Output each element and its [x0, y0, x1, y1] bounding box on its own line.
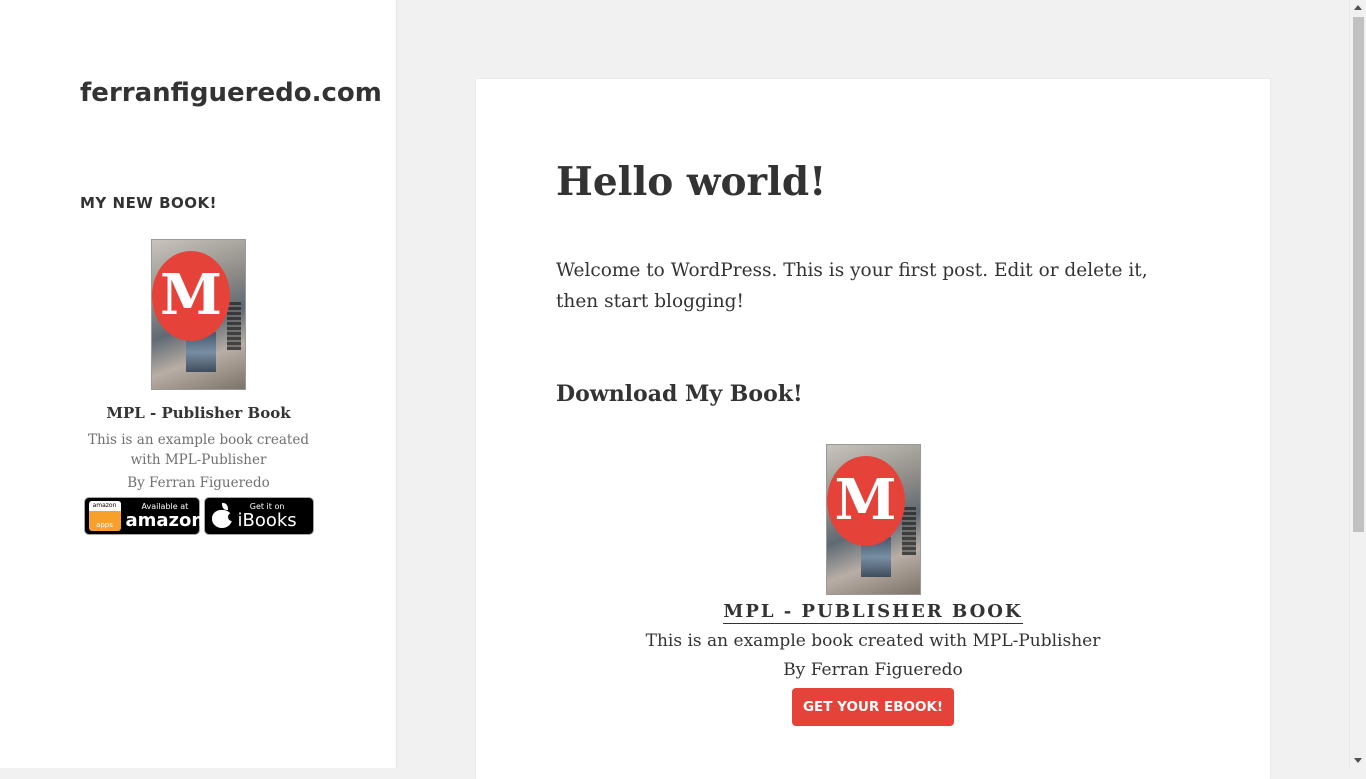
get-ebook-button[interactable]: GET YOUR EBOOK! — [791, 688, 955, 726]
amazon-apps-icon: amazon apps — [88, 501, 121, 531]
cover-logo-m: M — [152, 251, 230, 341]
amazon-apps-icon-top: amazon — [88, 501, 121, 511]
post-book-block: M MPL - PUBLISHER BOOK This is an exampl… — [556, 444, 1190, 726]
apple-icon — [211, 503, 236, 529]
sidebar-book-title: MPL - Publisher Book — [106, 404, 291, 422]
sidebar-book-author: By Ferran Figueredo — [127, 475, 270, 491]
post-book-author: By Ferran Figueredo — [783, 660, 963, 680]
amazon-apps-icon-bottom: apps — [96, 521, 113, 529]
ibooks-badge[interactable]: Get it on iBooks — [203, 497, 314, 535]
ibooks-badge-text: Get it on iBooks — [237, 502, 297, 531]
post-book-description: This is an example book created with MPL… — [645, 631, 1101, 651]
book-cover-image[interactable]: M — [825, 444, 921, 595]
sidebar: ferranfigueredo.com MY NEW BOOK! M MPL -… — [0, 0, 397, 768]
scroll-down-arrow-icon[interactable] — [1354, 758, 1362, 763]
ibooks-badge-big-text: iBooks — [237, 509, 297, 531]
scroll-thumb[interactable] — [1353, 17, 1364, 532]
cover-photo-detail — [227, 302, 241, 350]
site-title-link[interactable]: ferranfigueredo.com — [80, 78, 382, 108]
sidebar-book-description: This is an example book created with MPL… — [88, 432, 309, 468]
download-heading: Download My Book! — [556, 381, 803, 407]
cover-photo-detail — [901, 507, 916, 555]
amazon-badge-big-text: amazon — [125, 509, 205, 531]
widget-title: MY NEW BOOK! — [80, 194, 217, 212]
post-article: Hello world! Welcome to WordPress. This … — [476, 79, 1270, 779]
post-book-title-link[interactable]: MPL - PUBLISHER BOOK — [723, 601, 1023, 624]
cover-logo-m: M — [826, 456, 905, 546]
amazon-badge-text: Available at amazon — [125, 502, 205, 531]
amazon-apps-badge[interactable]: amazon apps Available at amazon — [83, 497, 204, 535]
post-title: Hello world! — [556, 159, 827, 205]
sidebar-book-widget: M MPL - Publisher Book This is an exampl… — [80, 239, 317, 535]
store-badges: amazon apps Available at amazon Get it o… — [80, 497, 317, 535]
book-cover-image[interactable]: M — [151, 239, 246, 390]
page-scrollbar[interactable] — [1349, 0, 1366, 768]
post-body: Welcome to WordPress. This is your first… — [556, 260, 1148, 312]
scroll-up-arrow-icon[interactable] — [1354, 5, 1362, 10]
